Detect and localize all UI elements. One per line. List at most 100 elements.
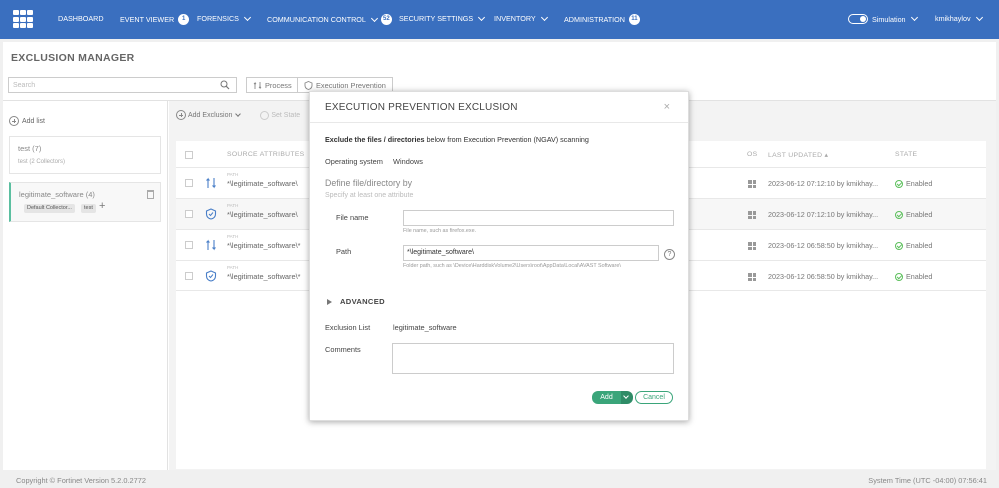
execution-prevention-exclusion-dialog: EXECUTION PREVENTION EXCLUSION × Exclude… [309, 91, 689, 421]
chevron-down-icon [975, 13, 983, 21]
nav-dashboard[interactable]: DASHBOARD [58, 14, 104, 23]
nav-forensics-label: FORENSICS [197, 14, 239, 23]
file-name-input[interactable] [403, 210, 674, 226]
row-state-label: Enabled [906, 241, 933, 250]
cancel-button[interactable]: Cancel [635, 391, 673, 404]
add-button[interactable]: Add [592, 391, 621, 404]
search-placeholder: Search [13, 82, 36, 89]
nav-dashboard-label: DASHBOARD [58, 14, 104, 23]
search-icon[interactable] [220, 80, 230, 90]
add-list-label: Add list [22, 117, 45, 125]
nav-event-viewer-label: EVENT VIEWER [120, 15, 175, 24]
row-checkbox[interactable] [185, 179, 193, 187]
add-exclusion-button[interactable]: Add Exclusion [188, 112, 232, 119]
exclusion-list-label: Exclusion List [325, 323, 371, 332]
row-checkbox[interactable] [185, 241, 193, 249]
windows-icon [748, 273, 756, 281]
exclusion-list-value: legitimate_software [393, 323, 457, 332]
administration-badge: 11 [628, 14, 640, 25]
row-attribute-type: PATH [227, 172, 239, 177]
tab-process-label: Process [265, 80, 292, 90]
windows-icon [748, 211, 756, 219]
row-state: Enabled [895, 272, 932, 281]
add-tag-icon[interactable]: + [99, 200, 105, 212]
nav-security-settings-label: SECURITY SETTINGS [399, 14, 474, 23]
tab-process[interactable]: Process [246, 77, 299, 93]
add-options-dropdown[interactable] [621, 391, 633, 404]
list-item-test[interactable]: test (7) test (2 Collectors) [9, 136, 161, 174]
description-bold: Exclude the files / directories [325, 135, 425, 144]
set-state-button[interactable]: Set State [271, 112, 300, 119]
trash-icon[interactable] [147, 190, 154, 199]
fortinet-logo-icon[interactable] [13, 10, 33, 28]
nav-communication-control[interactable]: COMMUNICATION CONTROL 52 [267, 14, 392, 25]
description-rest: below from Execution Prevention (NGAV) s… [424, 135, 589, 144]
row-attribute: *\legitimate_software\* [227, 272, 301, 281]
path-hint: Folder path, such as \Device\HarddiskVol… [403, 263, 621, 269]
comments-label: Comments [325, 345, 361, 354]
windows-icon [748, 242, 756, 250]
nav-administration[interactable]: ADMINISTRATION 11 [564, 14, 640, 25]
chevron-down-icon [478, 13, 486, 21]
nav-inventory[interactable]: INVENTORY [494, 13, 548, 23]
os-label: Operating system [325, 157, 383, 166]
row-checkbox[interactable] [185, 272, 193, 280]
dialog-title: EXECUTION PREVENTION EXCLUSION [325, 102, 518, 113]
exclusion-toolbar: Add Exclusion Set State [176, 110, 300, 120]
simulation-label: Simulation [872, 14, 906, 24]
nav-administration-label: ADMINISTRATION [564, 15, 625, 24]
shield-icon [205, 270, 217, 282]
define-title: Define file/directory by [325, 178, 413, 188]
nav-forensics[interactable]: FORENSICS [197, 13, 251, 23]
username: kmikhaylov [935, 14, 971, 23]
row-last-updated: 2023-06-12 06:58:50 by kmikhay... [768, 272, 879, 281]
row-state-label: Enabled [906, 272, 933, 281]
select-all-checkbox[interactable] [185, 151, 193, 159]
row-last-updated: 2023-06-12 06:58:50 by kmikhay... [768, 241, 879, 250]
define-subtitle: Specify at least one attribute [325, 192, 414, 199]
row-state-label: Enabled [906, 210, 933, 219]
close-icon[interactable]: × [664, 101, 670, 113]
help-icon[interactable]: ? [664, 249, 675, 260]
check-circle-icon [895, 241, 903, 250]
list-item-legitimate-software[interactable]: legitimate_software (4) Default Collecto… [9, 182, 161, 222]
row-last-updated: 2023-06-12 07:12:10 by kmikhay... [768, 179, 879, 188]
chevron-down-icon [370, 14, 378, 22]
search-input[interactable]: Search [8, 77, 237, 93]
sort-arrow-icon: ▴ [824, 152, 829, 159]
process-icon [253, 81, 262, 89]
simulation-toggle-group[interactable]: Simulation [848, 13, 918, 24]
expand-arrow-icon [327, 298, 332, 305]
advanced-toggle[interactable]: ADVANCED [327, 297, 385, 306]
user-menu[interactable]: kmikhaylov [935, 13, 983, 23]
communication-control-badge: 52 [380, 14, 392, 25]
event-viewer-badge: 1 [178, 14, 190, 25]
chevron-down-icon [540, 13, 548, 21]
exclusion-lists-sidebar: Add list test (7) test (2 Collectors) le… [3, 101, 168, 470]
os-value: Windows [393, 157, 423, 166]
row-state-label: Enabled [906, 179, 933, 188]
collector-tag: Default Collector... [24, 204, 75, 213]
column-header-last-updated[interactable]: LAST UPDATED ▴ [768, 151, 828, 159]
advanced-label: ADVANCED [340, 297, 385, 306]
comments-textarea[interactable] [392, 343, 674, 374]
tab-execution-prevention-label: Execution Prevention [316, 80, 386, 90]
row-attribute-type: PATH [227, 265, 239, 270]
nav-communication-control-label: COMMUNICATION CONTROL [267, 15, 366, 24]
path-label: Path [336, 247, 352, 256]
column-header-os: OS [747, 151, 758, 158]
shield-icon [205, 208, 217, 220]
simulation-toggle[interactable] [848, 14, 868, 24]
nav-security-settings[interactable]: SECURITY SETTINGS [399, 13, 486, 23]
nav-event-viewer[interactable]: EVENT VIEWER 1 [120, 14, 190, 25]
windows-icon [748, 180, 756, 188]
row-checkbox[interactable] [185, 210, 193, 218]
row-attribute: *\legitimate_software\ [227, 210, 298, 219]
dialog-description: Exclude the files / directories below fr… [325, 135, 589, 144]
add-list-button[interactable]: Add list [9, 116, 45, 126]
row-attribute-type: PATH [227, 234, 239, 239]
copyright: Copyright © Fortinet Version 5.2.0.2772 [16, 476, 146, 485]
list-collectors: test (2 Collectors) [18, 159, 66, 165]
chevron-down-icon [623, 393, 629, 399]
path-input[interactable]: *\legitimate_software\ [403, 245, 659, 261]
